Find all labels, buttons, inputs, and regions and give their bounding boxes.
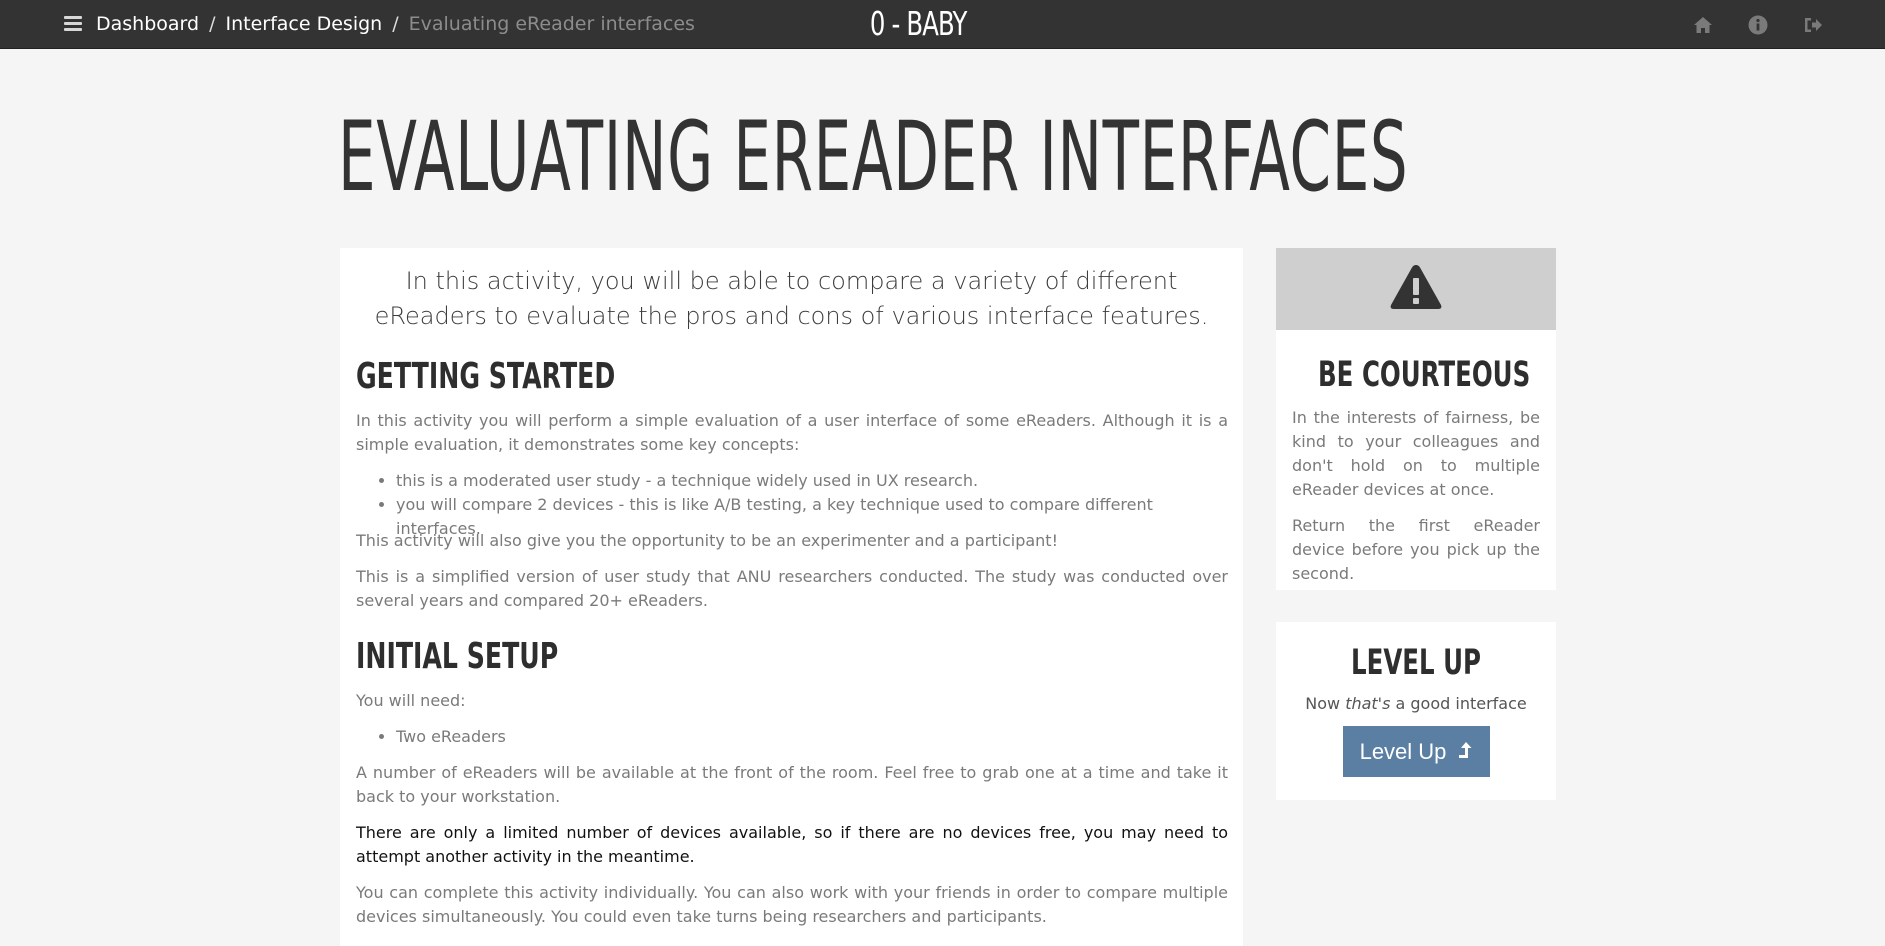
level-up-icon <box>1458 739 1472 765</box>
breadcrumb-category-link[interactable]: Interface Design <box>226 13 383 35</box>
getting-started-intro: In this activity you will perform a simp… <box>356 411 1228 454</box>
info-icon[interactable] <box>1747 14 1769 36</box>
getting-started-para3: This is a simplified version of user stu… <box>356 567 1228 610</box>
initial-setup-para3: You can complete this activity individua… <box>356 883 1228 926</box>
level-up-text-prefix: Now <box>1305 694 1346 713</box>
brand-logo[interactable]: 0 - BABY <box>870 4 967 44</box>
warning-header <box>1276 248 1556 330</box>
be-courteous-para2: Return the first eReader device before y… <box>1292 516 1540 583</box>
menu-icon[interactable] <box>64 16 82 32</box>
lead-paragraph: In this activity, you will be able to co… <box>374 267 1209 330</box>
initial-setup-list: Two eReaders <box>356 725 1228 749</box>
breadcrumb: Dashboard / Interface Design / Evaluatin… <box>96 10 695 38</box>
be-courteous-heading: BE COURTEOUS <box>1318 355 1531 395</box>
level-up-button[interactable]: Level Up <box>1342 726 1490 777</box>
be-courteous-para1: In the interests of fairness, be kind to… <box>1292 408 1540 499</box>
breadcrumb-dashboard-link[interactable]: Dashboard <box>96 13 199 35</box>
getting-started-heading: GETTING STARTED <box>356 356 616 397</box>
breadcrumb-separator: / <box>209 13 216 35</box>
level-up-card: LEVEL UP Now that's a good interface Lev… <box>1276 622 1556 800</box>
initial-setup-para1: A number of eReaders will be available a… <box>356 763 1228 806</box>
level-up-text-em: that's <box>1345 694 1391 713</box>
warning-icon <box>1389 263 1443 315</box>
breadcrumb-separator: / <box>392 13 399 35</box>
level-up-text: Now that's a good interface <box>1276 692 1556 716</box>
level-up-text-suffix: a good interface <box>1390 694 1527 713</box>
list-item: Two eReaders <box>396 725 1228 749</box>
level-up-heading: LEVEL UP <box>1350 643 1482 683</box>
sign-out-icon[interactable] <box>1802 14 1824 36</box>
top-navbar: Dashboard / Interface Design / Evaluatin… <box>0 0 1885 49</box>
initial-setup-heading: INITIAL SETUP <box>356 636 559 677</box>
initial-setup-need: You will need: <box>356 691 466 710</box>
getting-started-para2: This activity will also give you the opp… <box>356 531 1058 550</box>
be-courteous-card: BE COURTEOUS In the interests of fairnes… <box>1276 248 1556 590</box>
breadcrumb-current: Evaluating eReader interfaces <box>408 13 695 35</box>
home-icon[interactable] <box>1692 14 1714 36</box>
main-content-card: In this activity, you will be able to co… <box>340 248 1243 946</box>
page-title: EVALUATING EREADER INTERFACES <box>338 101 1409 213</box>
initial-setup-notice: There are only a limited number of devic… <box>356 823 1228 866</box>
level-up-button-label: Level Up <box>1359 738 1447 764</box>
list-item: this is a moderated user study - a techn… <box>396 469 1228 493</box>
